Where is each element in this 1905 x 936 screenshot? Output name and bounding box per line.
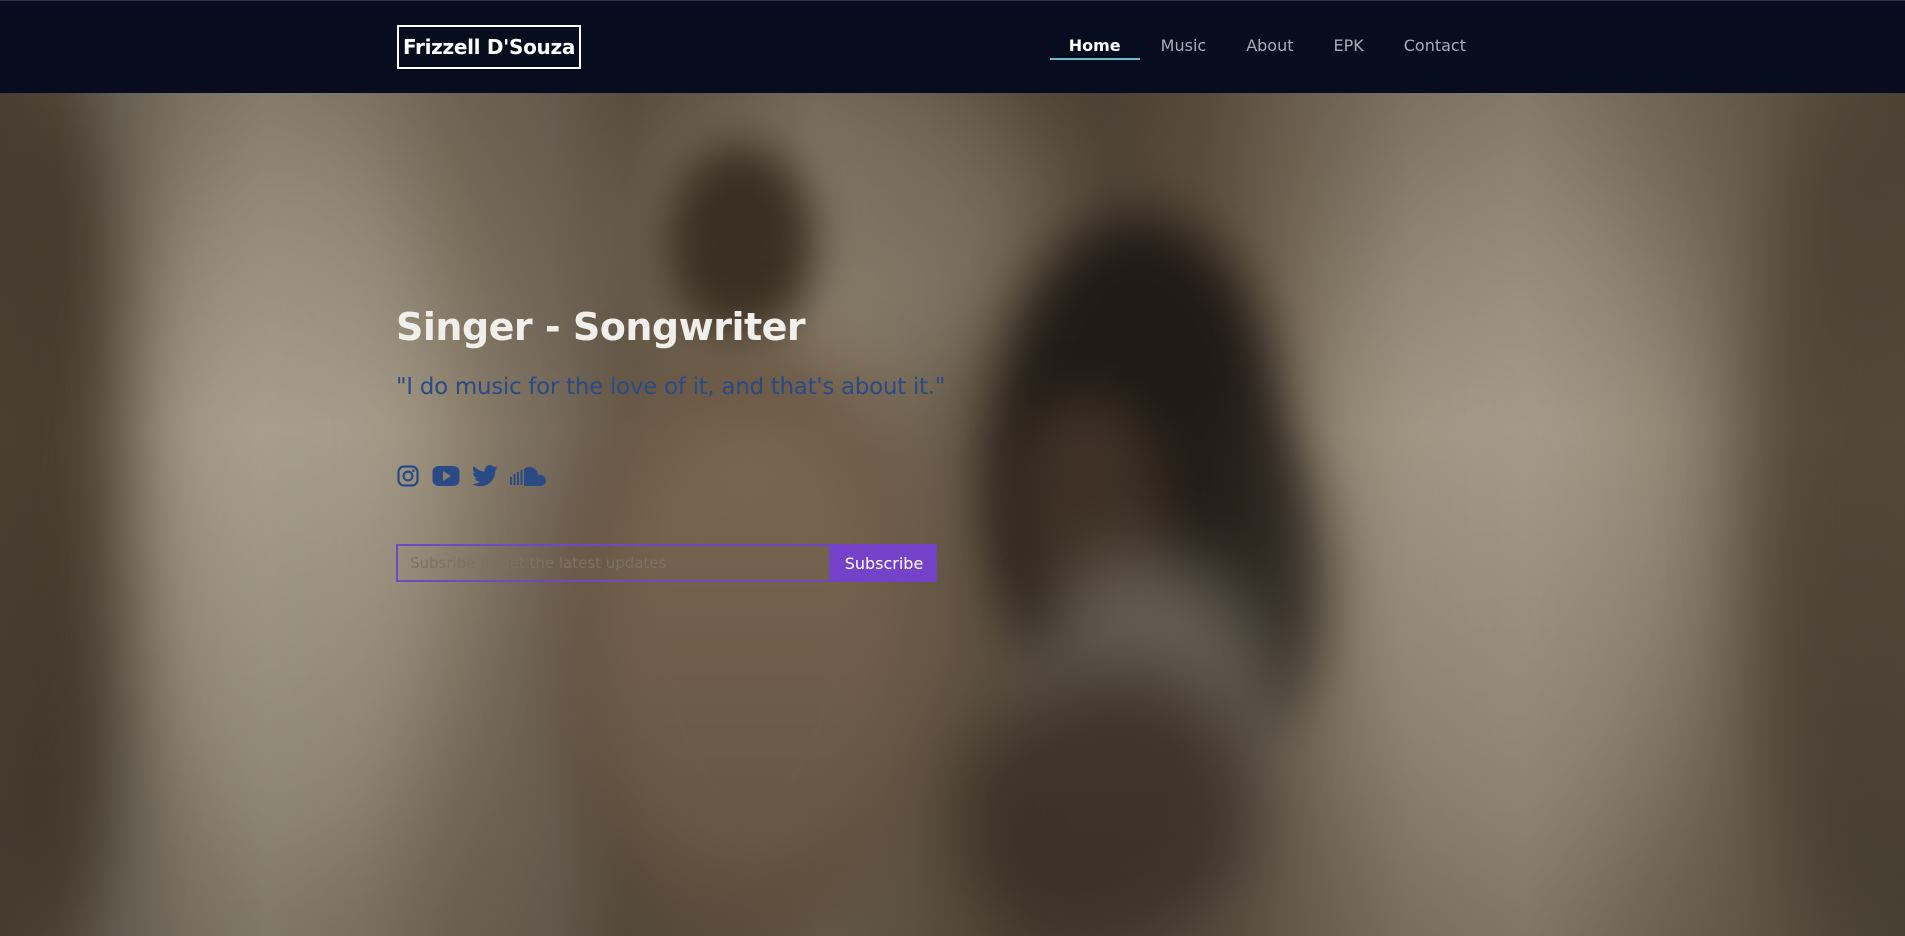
hero-overlay: [0, 93, 1905, 936]
subscribe-form: Subscribe: [396, 544, 937, 582]
instagram-icon: [396, 464, 420, 488]
social-links: [396, 464, 558, 488]
hero-section: [0, 93, 1905, 936]
soundcloud-link[interactable]: [510, 466, 546, 486]
brand-logo[interactable]: Frizzell D'Souza: [397, 25, 581, 69]
youtube-icon: [432, 465, 460, 487]
nav-item-about[interactable]: About: [1226, 1, 1313, 94]
youtube-link[interactable]: [432, 465, 460, 487]
twitter-icon: [472, 465, 498, 487]
page: Frizzell D'Souza Home Music About EPK Co…: [0, 0, 1905, 936]
navbar: Frizzell D'Souza Home Music About EPK Co…: [0, 0, 1905, 93]
main-nav: Home Music About EPK Contact: [1049, 1, 1486, 94]
instagram-link[interactable]: [396, 464, 420, 488]
twitter-link[interactable]: [472, 465, 498, 487]
nav-item-epk[interactable]: EPK: [1314, 1, 1384, 94]
hero-quote: "I do music for the love of it, and that…: [396, 374, 945, 400]
soundcloud-icon: [510, 466, 546, 486]
subscribe-button[interactable]: Subscribe: [831, 544, 937, 582]
hero-title: Singer - Songwriter: [396, 305, 806, 349]
subscribe-email-input[interactable]: [396, 544, 831, 582]
nav-item-contact[interactable]: Contact: [1384, 1, 1486, 94]
nav-item-music[interactable]: Music: [1141, 1, 1227, 94]
nav-item-home[interactable]: Home: [1049, 1, 1141, 94]
